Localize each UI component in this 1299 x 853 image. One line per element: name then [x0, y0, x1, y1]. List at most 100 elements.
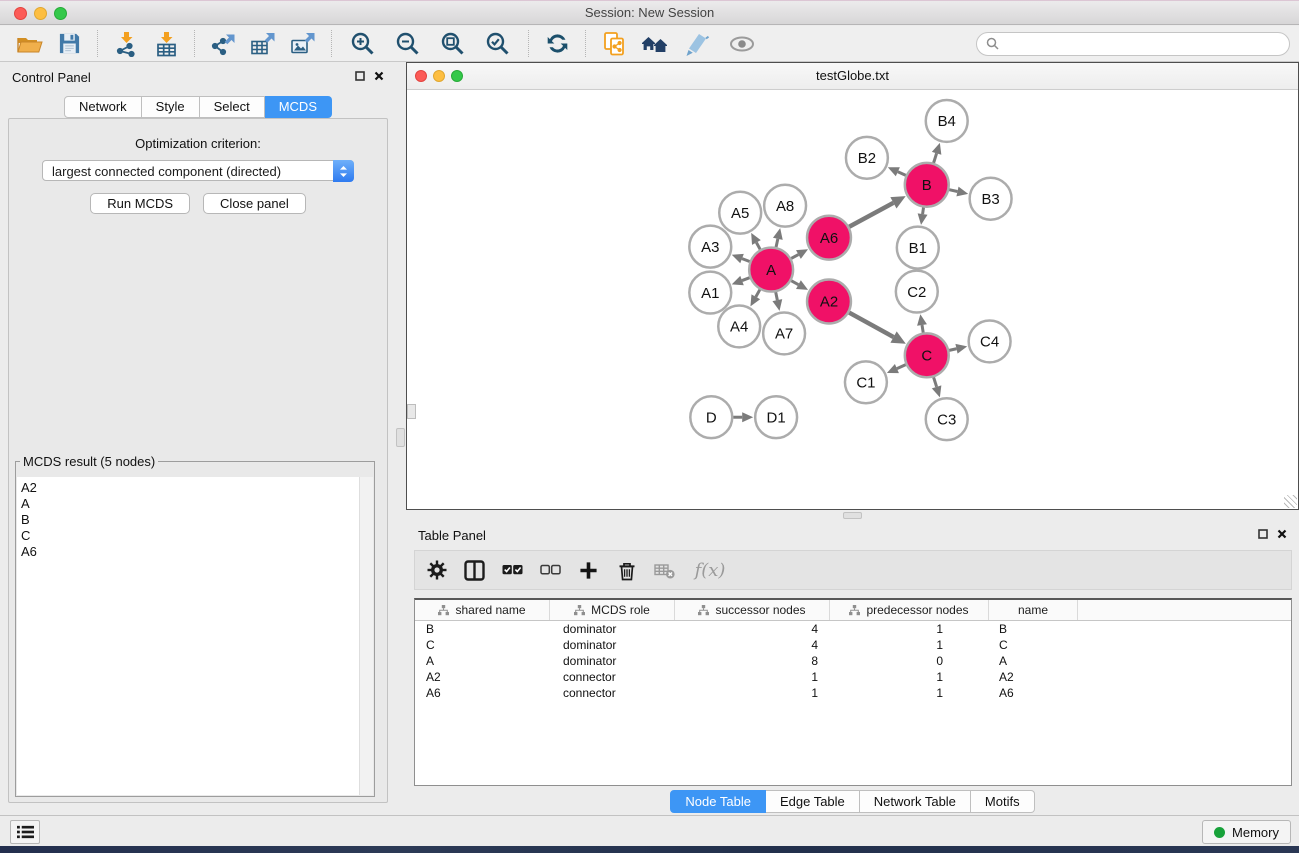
search-input[interactable]: [1005, 36, 1280, 52]
graph-node-B4[interactable]: B4: [926, 100, 968, 142]
network-window-titlebar[interactable]: testGlobe.txt: [407, 63, 1298, 90]
zoom-out-button[interactable]: [385, 29, 430, 59]
maximize-window-button[interactable]: [54, 7, 67, 20]
graph-node-C2[interactable]: C2: [896, 271, 938, 313]
table-cell[interactable]: 8: [675, 654, 830, 668]
optimization-criterion-select[interactable]: largest connected component (directed): [42, 160, 354, 181]
tab-mcds[interactable]: MCDS: [265, 96, 332, 118]
table-row[interactable]: Bdominator41B: [415, 621, 1291, 637]
graph-edge-A-A8[interactable]: [773, 228, 783, 247]
table-row[interactable]: Cdominator41C: [415, 637, 1291, 653]
home-view-button[interactable]: [634, 29, 674, 59]
network-close-button[interactable]: [415, 70, 427, 82]
search-field[interactable]: [976, 32, 1290, 56]
graph-node-C4[interactable]: C4: [969, 320, 1011, 362]
tab-motifs[interactable]: Motifs: [971, 790, 1035, 813]
close-panel-icon[interactable]: [374, 71, 384, 81]
graph-edge-B-B4[interactable]: [932, 143, 942, 163]
result-item[interactable]: A6: [17, 544, 373, 560]
graph-node-A3[interactable]: A3: [689, 226, 731, 268]
table-cell[interactable]: C: [415, 638, 550, 652]
table-cell[interactable]: 1: [830, 686, 989, 700]
close-table-panel-icon[interactable]: [1277, 529, 1287, 539]
graph-edge-C-C4[interactable]: [949, 344, 967, 354]
graph-node-C[interactable]: C: [905, 333, 949, 377]
graph-edge-A-A7[interactable]: [772, 292, 782, 311]
column-header-name[interactable]: name: [989, 600, 1078, 620]
table-cell[interactable]: connector: [550, 686, 675, 700]
minimize-window-button[interactable]: [34, 7, 47, 20]
show-all-button[interactable]: [719, 29, 764, 59]
table-cell[interactable]: 4: [675, 622, 830, 636]
frame-edge-handle[interactable]: [407, 404, 416, 419]
column-header-shared-name[interactable]: shared name: [415, 600, 550, 620]
graph-node-B[interactable]: B: [905, 163, 949, 207]
apply-layout-button[interactable]: [537, 29, 577, 59]
result-item[interactable]: A: [17, 496, 373, 512]
table-row[interactable]: A2connector11A2: [415, 669, 1291, 685]
table-cell[interactable]: 4: [675, 638, 830, 652]
graph-node-A[interactable]: A: [749, 248, 793, 292]
table-cell[interactable]: A2: [415, 670, 550, 684]
close-window-button[interactable]: [14, 7, 27, 20]
horizontal-split-handle[interactable]: [843, 512, 862, 519]
status-menu-button[interactable]: [10, 820, 40, 844]
graph-edge-A2-C[interactable]: [849, 313, 906, 344]
graph-edge-C-C1[interactable]: [887, 364, 906, 373]
column-header-MCDS-role[interactable]: MCDS role: [550, 600, 675, 620]
table-cell[interactable]: dominator: [550, 622, 675, 636]
table-cell[interactable]: A2: [989, 670, 1078, 684]
close-panel-button[interactable]: Close panel: [203, 193, 306, 214]
network-view[interactable]: B4B2BB3A8A5A6A3B1AA1C2A2A4A7C4CC1C3DD1: [407, 90, 1298, 509]
save-session-button[interactable]: [49, 29, 89, 59]
tab-network-table[interactable]: Network Table: [860, 790, 971, 813]
node-table[interactable]: shared nameMCDS rolesuccessor nodesprede…: [414, 598, 1292, 786]
graph-node-D[interactable]: D: [690, 396, 732, 438]
table-cell[interactable]: 1: [675, 670, 830, 684]
annotation-pen-button[interactable]: [674, 29, 719, 59]
export-image-button[interactable]: [283, 29, 323, 59]
graph-node-C3[interactable]: C3: [926, 398, 968, 440]
function-builder-button[interactable]: f(x): [692, 559, 728, 581]
table-cell[interactable]: connector: [550, 670, 675, 684]
table-row[interactable]: A6connector11A6: [415, 685, 1291, 701]
graph-node-D1[interactable]: D1: [755, 396, 797, 438]
export-network-button[interactable]: [203, 29, 243, 59]
table-cell[interactable]: A: [989, 654, 1078, 668]
column-header-predecessor-nodes[interactable]: predecessor nodes: [830, 600, 989, 620]
open-session-button[interactable]: [9, 29, 49, 59]
import-network-button[interactable]: [106, 29, 146, 59]
memory-button[interactable]: Memory: [1202, 820, 1291, 844]
table-cell[interactable]: 1: [830, 622, 989, 636]
add-column-button[interactable]: [578, 559, 599, 581]
delete-table-button[interactable]: [654, 559, 675, 581]
graph-node-B3[interactable]: B3: [970, 178, 1012, 220]
zoom-selected-button[interactable]: [475, 29, 520, 59]
result-item[interactable]: B: [17, 512, 373, 528]
table-cell[interactable]: B: [989, 622, 1078, 636]
zoom-fit-button[interactable]: [430, 29, 475, 59]
graph-edge-C-C3[interactable]: [932, 377, 942, 397]
select-all-button[interactable]: [502, 559, 523, 581]
vertical-split-handle[interactable]: [396, 428, 405, 447]
graph-edge-B-B2[interactable]: [888, 167, 906, 176]
network-resize-grip[interactable]: [1284, 495, 1297, 508]
table-cell[interactable]: B: [415, 622, 550, 636]
graph-node-A8[interactable]: A8: [764, 185, 806, 227]
table-cell[interactable]: A: [415, 654, 550, 668]
graph-edge-A-A1[interactable]: [732, 276, 750, 285]
table-cell[interactable]: A6: [989, 686, 1078, 700]
network-minimize-button[interactable]: [433, 70, 445, 82]
graph-edge-B-B1[interactable]: [918, 207, 928, 224]
table-cell[interactable]: 0: [830, 654, 989, 668]
graph-node-A2[interactable]: A2: [807, 280, 851, 324]
zoom-in-button[interactable]: [340, 29, 385, 59]
run-mcds-button[interactable]: Run MCDS: [90, 193, 190, 214]
tab-style[interactable]: Style: [142, 96, 200, 118]
network-maximize-button[interactable]: [451, 70, 463, 82]
delete-column-button[interactable]: [616, 559, 637, 581]
graph-node-C1[interactable]: C1: [845, 361, 887, 403]
table-cell[interactable]: 1: [830, 638, 989, 652]
mcds-result-list[interactable]: A2ABCA6: [17, 477, 373, 795]
table-row[interactable]: Adominator80A: [415, 653, 1291, 669]
